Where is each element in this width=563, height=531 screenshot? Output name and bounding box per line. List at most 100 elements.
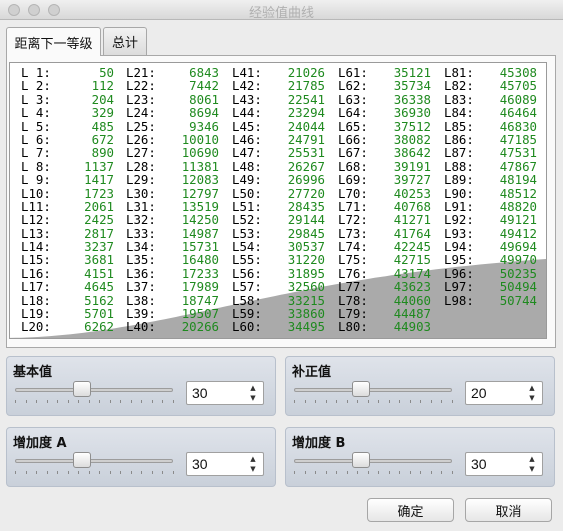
level-row: L59: 33860 — [232, 307, 325, 321]
slider-tick — [67, 471, 69, 474]
level-exp-value: 12797 — [181, 185, 219, 201]
tab-total[interactable]: 总计 — [103, 27, 147, 55]
accel-b-field[interactable]: 30 — [471, 456, 487, 472]
slider-tick — [336, 471, 338, 474]
accel-a-slider-handle[interactable] — [73, 452, 92, 468]
base-value-slider-handle[interactable] — [73, 381, 92, 397]
level-exp-value: 14987 — [181, 225, 219, 241]
level-label: L60: — [232, 319, 262, 335]
slider-tick — [78, 400, 80, 403]
level-exp-value: 45705 — [499, 78, 537, 94]
level-exp-value: 5701 — [84, 306, 114, 322]
extra-value-spinbox[interactable]: 20 ▲ ▼ — [465, 381, 543, 405]
accel-b-slider-track[interactable] — [294, 459, 452, 463]
accel-a-ticks — [15, 471, 174, 475]
base-value-slider-track[interactable] — [15, 388, 173, 392]
slider-tick — [109, 471, 111, 474]
level-row: L35: 16480 — [126, 253, 219, 267]
tab-to-next-level[interactable]: 距离下一等级 — [6, 27, 101, 56]
level-exp-value: 3237 — [84, 239, 114, 255]
level-exp-value: 41271 — [393, 212, 431, 228]
level-row: L22: 7442 — [126, 79, 219, 93]
level-exp-value: 12083 — [181, 172, 219, 188]
slider-tick — [336, 400, 338, 403]
level-exp-value: 25531 — [287, 145, 325, 161]
level-row: L51: 28435 — [232, 199, 325, 213]
level-row: L 4: 329 — [21, 106, 114, 120]
accel-b-up-icon[interactable]: ▲ — [525, 454, 539, 464]
level-row: L49: 26996 — [232, 173, 325, 187]
level-exp-value: 1137 — [84, 158, 114, 174]
accel-a-up-icon[interactable]: ▲ — [246, 454, 260, 464]
extra-value-down-icon[interactable]: ▼ — [525, 393, 539, 403]
level-row: L33: 14987 — [126, 225, 219, 241]
accel-b-label: 增加度 B — [292, 436, 346, 451]
level-row: L61: 35121 — [338, 66, 431, 80]
level-row: L92: 49121 — [444, 213, 537, 227]
accel-a-field[interactable]: 30 — [192, 456, 208, 472]
level-row: L41: 21026 — [232, 66, 325, 80]
level-row: L 7: 890 — [21, 145, 114, 161]
base-value-spinbox[interactable]: 30 ▲ ▼ — [186, 381, 264, 405]
accel-a-down-icon[interactable]: ▼ — [246, 464, 260, 474]
level-row: L16: 4151 — [21, 266, 114, 280]
level-row: L57: 32560 — [232, 280, 325, 294]
accel-a-spinbox[interactable]: 30 ▲ ▼ — [186, 452, 264, 476]
level-exp-value: 3681 — [84, 252, 114, 268]
slider-tick — [151, 471, 153, 474]
slider-tick — [25, 400, 27, 403]
level-row: L10: 1723 — [21, 186, 114, 200]
level-exp-value: 2425 — [84, 212, 114, 228]
level-exp-value: 14250 — [181, 212, 219, 228]
level-exp-value: 37512 — [393, 118, 431, 134]
base-value-down-icon[interactable]: ▼ — [246, 393, 260, 403]
level-row: L60: 34495 — [232, 319, 325, 335]
level-exp-value: 44903 — [393, 319, 431, 335]
slider-tick — [141, 400, 143, 403]
accel-b-slider-handle[interactable] — [352, 452, 371, 468]
level-row: L91: 48820 — [444, 199, 537, 213]
slider-tick — [452, 400, 453, 403]
slider-tick — [151, 400, 153, 403]
exp-curve-list[interactable]: L 1: 50 L 2: 112 L 3: 204 L 4: 329 L 5: 485 L 6: 67… — [9, 62, 547, 339]
base-value-field[interactable]: 30 — [192, 385, 208, 401]
accel-a-slider-track[interactable] — [15, 459, 173, 463]
level-exp-value: 47867 — [499, 158, 537, 174]
slider-tick — [294, 400, 295, 403]
level-exp-value: 27720 — [287, 185, 325, 201]
level-exp-value: 42715 — [393, 252, 431, 268]
level-exp-value: 890 — [91, 145, 114, 161]
level-row: L52: 29144 — [232, 213, 325, 227]
level-row: L85: 46830 — [444, 119, 537, 133]
level-row: L65: 37512 — [338, 118, 431, 134]
cancel-button[interactable]: 取消 — [465, 498, 552, 522]
level-exp-value: 33215 — [287, 292, 325, 308]
level-row: L24: 8694 — [126, 106, 219, 120]
slider-tick — [420, 471, 422, 474]
level-row: L17: 4645 — [21, 280, 114, 294]
level-row: L95: 49970 — [444, 253, 537, 267]
level-column: L21: 6843 L22: 7442 L23: 8061 L24: 8694 L25: 9346… — [126, 66, 219, 334]
level-row: L47: 25531 — [232, 145, 325, 161]
accel-b-ticks — [294, 471, 453, 475]
slider-tick — [441, 400, 443, 403]
level-row: L26: 10010 — [126, 133, 219, 147]
accel-b-down-icon[interactable]: ▼ — [525, 464, 539, 474]
extra-value-field[interactable]: 20 — [471, 385, 487, 401]
level-exp-value: 31220 — [287, 252, 325, 268]
extra-value-slider-handle[interactable] — [352, 381, 371, 397]
level-row: L50: 27720 — [232, 185, 325, 201]
level-exp-value: 45308 — [499, 65, 537, 80]
extra-value-up-icon[interactable]: ▲ — [525, 383, 539, 393]
ok-button[interactable]: 确定 — [367, 498, 454, 522]
base-value-up-icon[interactable]: ▲ — [246, 383, 260, 393]
level-exp-value: 43174 — [393, 265, 431, 281]
level-row: L36: 17233 — [126, 266, 219, 280]
slider-tick — [130, 471, 132, 474]
level-row: L75: 42715 — [338, 252, 431, 268]
slider-tick — [173, 471, 174, 474]
level-exp-value: 5162 — [84, 292, 114, 308]
accel-b-spinbox[interactable]: 30 ▲ ▼ — [465, 452, 543, 476]
level-row: L46: 24791 — [232, 133, 325, 147]
extra-value-slider-track[interactable] — [294, 388, 452, 392]
